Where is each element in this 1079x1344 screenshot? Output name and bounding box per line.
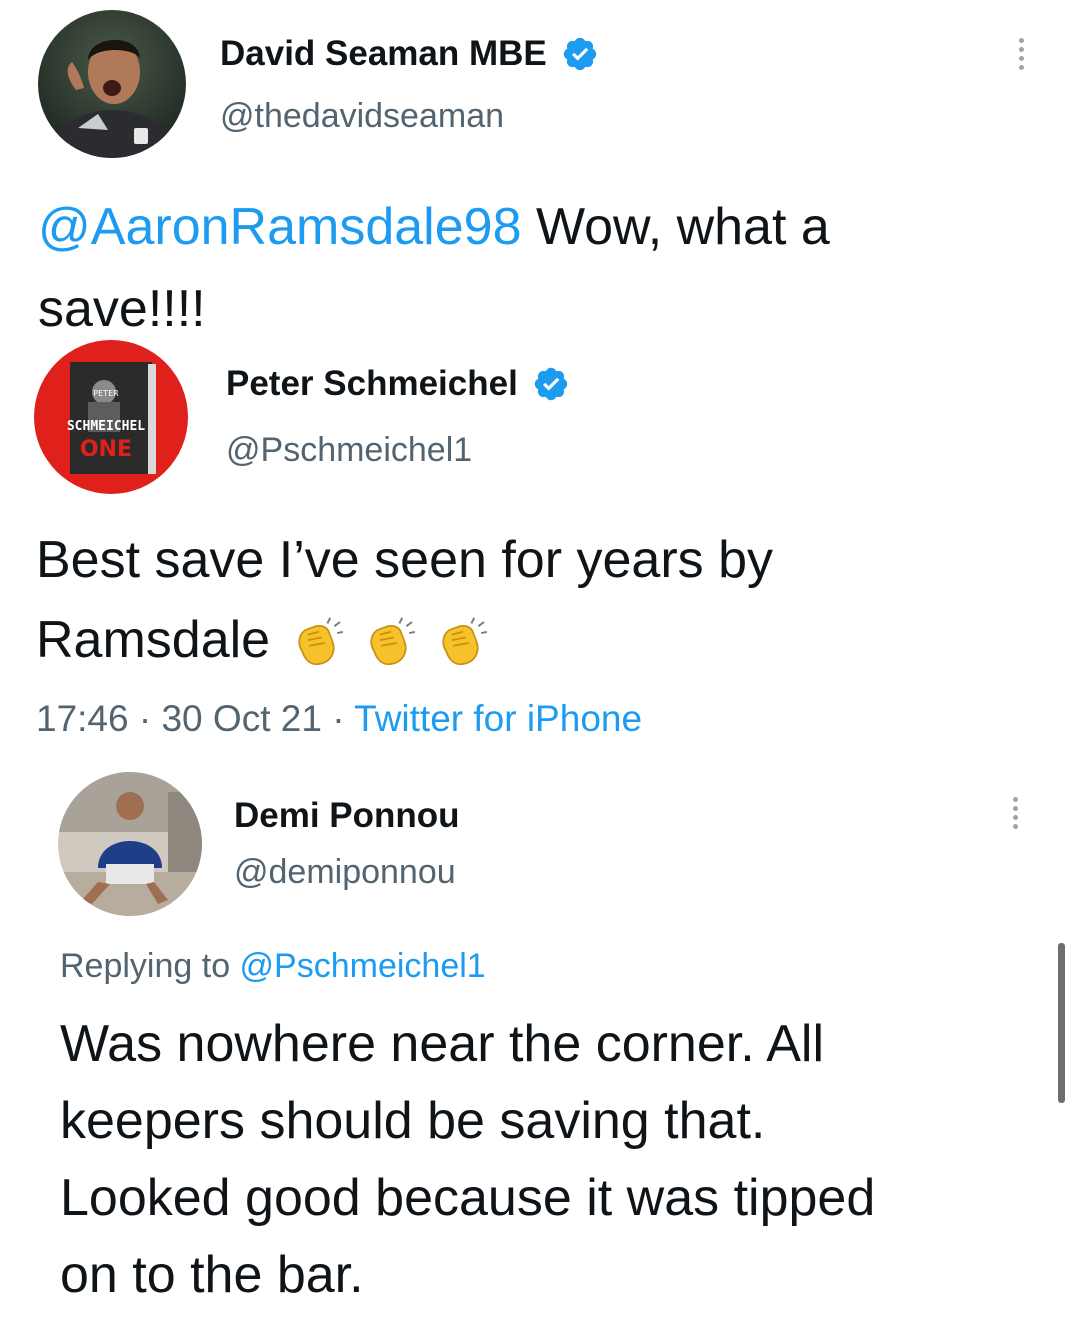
tweet-date[interactable]: 30 Oct 21 bbox=[161, 698, 321, 739]
author-name[interactable]: Peter Schmeichel bbox=[226, 362, 570, 406]
book-cover-icon: PETER SCHMEICHEL ONE bbox=[67, 362, 156, 474]
author-handle[interactable]: @thedavidseaman bbox=[220, 96, 504, 136]
tweet-text-line: Looked good because it was tipped bbox=[60, 1169, 876, 1227]
author-handle[interactable]: @demiponnou bbox=[234, 852, 456, 892]
author-name-text[interactable]: David Seaman MBE bbox=[220, 34, 547, 73]
tweet-text-line: save!!!! bbox=[38, 280, 206, 338]
clapping-hands-icon bbox=[370, 617, 415, 666]
goalkeeper-photo-icon bbox=[38, 10, 186, 158]
tweet-text-line: keepers should be saving that. bbox=[60, 1092, 766, 1150]
author-name[interactable]: Demi Ponnou bbox=[234, 794, 460, 838]
replying-to: Replying to @Pschmeichel1 bbox=[60, 944, 486, 988]
tweet-text-line: Wow, what a bbox=[521, 198, 830, 256]
tweet-text-line: Was nowhere near the corner. All bbox=[60, 1015, 825, 1073]
mention-link[interactable]: @AaronRamsdale98 bbox=[38, 198, 522, 256]
book-title-small: PETER bbox=[93, 389, 119, 398]
scrollbar-thumb[interactable] bbox=[1058, 943, 1065, 1103]
tweet-text: Was nowhere near the corner. All keepers… bbox=[60, 1006, 1020, 1314]
avatar-demi-ponnou[interactable] bbox=[58, 772, 202, 916]
meta-separator: · bbox=[321, 698, 355, 739]
author-handle[interactable]: @Pschmeichel1 bbox=[226, 430, 472, 470]
tweet-text-line: on to the bar. bbox=[60, 1246, 364, 1304]
tweet-time[interactable]: 17:46 bbox=[36, 698, 129, 739]
verified-badge-icon bbox=[563, 37, 596, 70]
avatar-peter-schmeichel[interactable]: PETER SCHMEICHEL ONE bbox=[34, 340, 188, 494]
more-options-icon[interactable] bbox=[1016, 38, 1026, 74]
man-seated-photo-icon bbox=[58, 772, 202, 916]
clapping-hands-icon bbox=[298, 617, 343, 666]
tweet-source-link[interactable]: Twitter for iPhone bbox=[354, 698, 642, 739]
tweet-meta: 17:46 · 30 Oct 21 · Twitter for iPhone bbox=[36, 696, 642, 742]
replying-handle-link[interactable]: @Pschmeichel1 bbox=[240, 947, 486, 985]
avatar-david-seaman[interactable] bbox=[38, 10, 186, 158]
book-title-one: ONE bbox=[80, 437, 132, 462]
more-options-icon[interactable] bbox=[1010, 797, 1020, 833]
clapping-hands-icon bbox=[442, 617, 487, 666]
tweet-text-line: Best save I’ve seen for years by bbox=[36, 531, 774, 589]
tweet-text: Best save I’ve seen for years by Ramsdal… bbox=[36, 520, 1056, 680]
author-name[interactable]: David Seaman MBE bbox=[220, 32, 599, 76]
tweet-text: @AaronRamsdale98 Wow, what a save!!!! bbox=[38, 186, 1038, 350]
author-name-text[interactable]: Peter Schmeichel bbox=[226, 364, 518, 403]
tweet-text-line: Ramsdale bbox=[36, 611, 271, 669]
book-title-main: SCHMEICHEL bbox=[67, 419, 145, 434]
replying-prefix: Replying to bbox=[60, 947, 240, 985]
verified-badge-icon bbox=[534, 367, 567, 400]
emoji-group bbox=[276, 611, 506, 669]
meta-separator: · bbox=[128, 698, 162, 739]
